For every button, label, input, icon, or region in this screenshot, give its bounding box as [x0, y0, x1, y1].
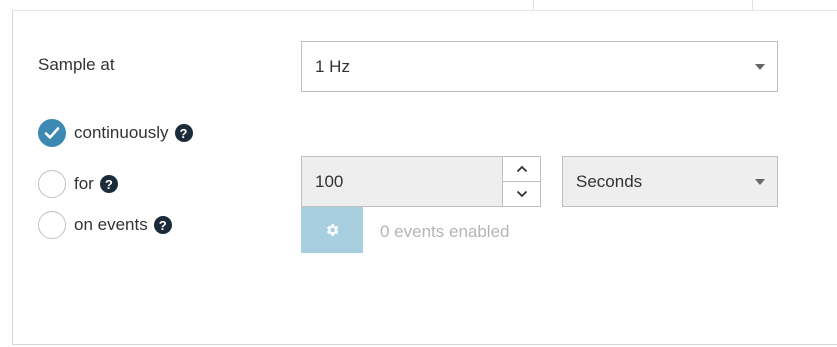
checkmark-icon: [44, 127, 60, 139]
duration-unit-select[interactable]: Seconds: [562, 156, 778, 207]
decrement-button[interactable]: [503, 182, 540, 207]
help-icon[interactable]: ?: [174, 124, 193, 142]
radio-unchecked-icon[interactable]: [38, 170, 66, 198]
sample-rate-value: 1 Hz: [315, 56, 350, 76]
help-icon[interactable]: ?: [99, 175, 118, 193]
duration-unit-value: Seconds: [576, 171, 643, 191]
mode-option-label: on events: [74, 215, 148, 234]
events-status-text: 0 events enabled: [380, 222, 510, 241]
duration-stepper[interactable]: [502, 157, 540, 206]
radio-checked-icon[interactable]: [38, 119, 66, 147]
chevron-up-icon: [516, 165, 527, 172]
gear-icon: [327, 224, 339, 236]
help-icon[interactable]: ?: [153, 216, 172, 234]
mode-option-label: for: [74, 174, 94, 193]
duration-input[interactable]: 100: [301, 156, 541, 207]
sample-rate-select[interactable]: 1 Hz: [301, 41, 778, 92]
chevron-down-icon: [516, 190, 527, 198]
duration-value: 100: [315, 172, 344, 191]
configure-events-button[interactable]: [301, 207, 363, 253]
radio-unchecked-icon[interactable]: [38, 211, 66, 239]
mode-option-for[interactable]: for ?: [38, 170, 118, 198]
header-divider-left: [533, 0, 534, 10]
mode-option-continuously[interactable]: continuously ?: [38, 119, 193, 147]
chevron-down-icon: [755, 63, 765, 70]
chevron-down-icon: [755, 178, 765, 185]
header-divider-right: [752, 0, 753, 10]
increment-button[interactable]: [503, 157, 540, 182]
mode-option-on-events[interactable]: on events ?: [38, 211, 172, 239]
sample-at-label: Sample at: [38, 55, 115, 74]
mode-option-label: continuously: [74, 123, 169, 142]
